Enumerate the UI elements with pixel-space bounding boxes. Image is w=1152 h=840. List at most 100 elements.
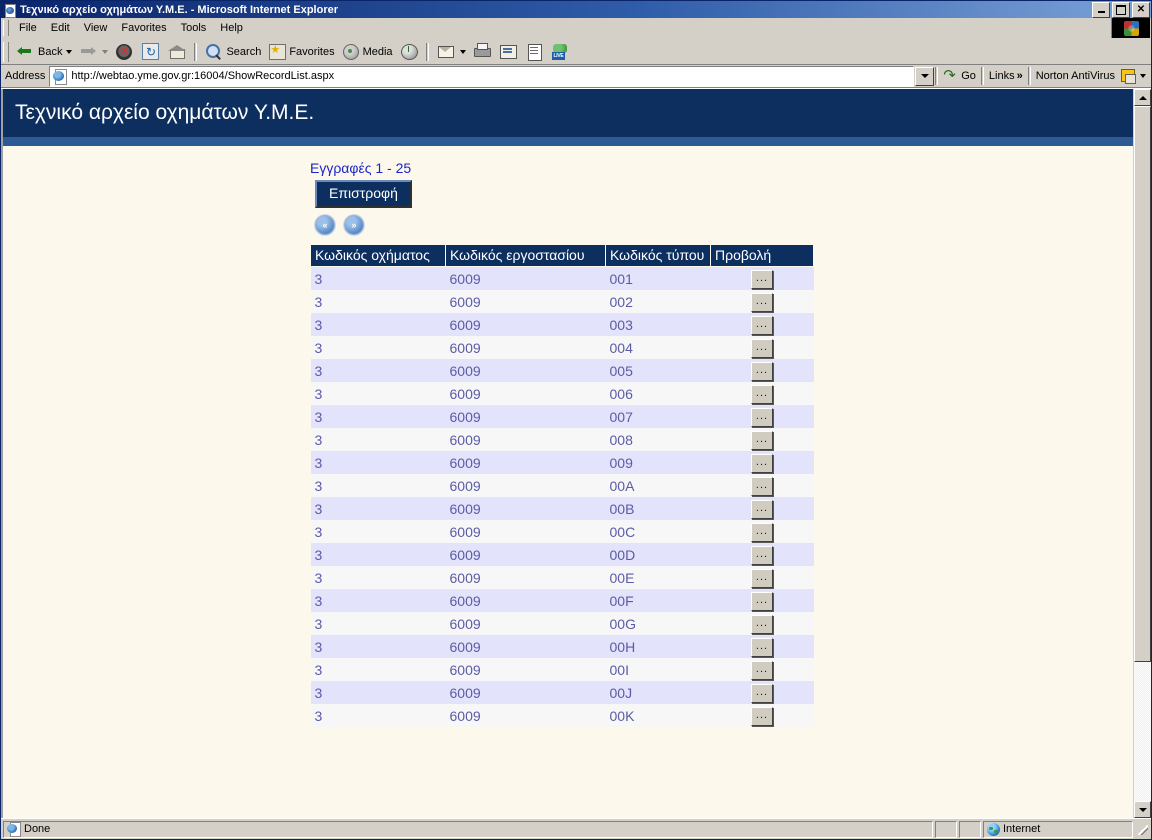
cell-type-code: 002	[605, 290, 711, 313]
view-record-button[interactable]: ...	[751, 385, 773, 404]
cell-type-code: 00H	[605, 635, 711, 658]
back-dropdown-icon[interactable]	[66, 49, 73, 54]
cell-factory-code: 6009	[445, 589, 606, 612]
go-button[interactable]: Go	[938, 66, 981, 86]
messenger-button[interactable]	[547, 41, 573, 62]
view-record-button[interactable]: ...	[751, 638, 773, 657]
view-record-button[interactable]: ...	[751, 339, 773, 358]
favorites-button[interactable]: Favorites	[264, 41, 337, 62]
view-record-button[interactable]: ...	[751, 523, 773, 542]
cell-factory-code: 6009	[445, 497, 606, 520]
view-record-button[interactable]: ...	[751, 684, 773, 703]
cell-vehicle-code: 3	[310, 290, 446, 313]
table-row: 3 6009 005...	[310, 359, 814, 382]
messenger-icon	[550, 42, 570, 61]
restore-button[interactable]	[1112, 1, 1130, 18]
view-record-button[interactable]: ...	[751, 592, 773, 611]
pager-first-button[interactable]: «	[315, 215, 335, 235]
scroll-down-button[interactable]	[1134, 801, 1151, 818]
norton-dropdown-icon[interactable]	[1140, 74, 1146, 78]
forward-arrow-icon	[78, 42, 98, 61]
minimize-button[interactable]	[1092, 1, 1110, 18]
cell-vehicle-code: 3	[310, 635, 446, 658]
menu-tools[interactable]: Tools	[174, 20, 214, 36]
table-row: 3 6009 001...	[310, 266, 814, 290]
search-button[interactable]: Search	[201, 41, 264, 62]
cell-view: ...	[710, 382, 814, 405]
view-record-button[interactable]: ...	[751, 569, 773, 588]
edit-button[interactable]	[495, 41, 521, 62]
menu-file[interactable]: File	[12, 20, 44, 36]
forward-button[interactable]	[75, 41, 111, 62]
mail-dropdown-icon[interactable]	[459, 49, 466, 54]
view-record-button[interactable]: ...	[751, 316, 773, 335]
view-record-button[interactable]: ...	[751, 477, 773, 496]
norton-icon	[1120, 69, 1136, 84]
cell-factory-code: 6009	[445, 313, 606, 336]
print-button[interactable]	[469, 41, 495, 62]
toolbar-grip[interactable]	[3, 41, 9, 62]
mail-button[interactable]	[433, 41, 469, 62]
view-record-button[interactable]: ...	[751, 615, 773, 634]
view-record-button[interactable]: ...	[751, 270, 773, 289]
view-record-button[interactable]: ...	[751, 454, 773, 473]
page-icon	[52, 68, 68, 85]
home-icon	[167, 42, 187, 61]
windows-flag-icon	[1123, 20, 1139, 36]
table-row: 3 6009 002...	[310, 290, 814, 313]
vertical-scrollbar[interactable]	[1133, 89, 1151, 818]
scroll-up-button[interactable]	[1134, 89, 1151, 106]
table-row: 3 6009 009...	[310, 451, 814, 474]
cell-vehicle-code: 3	[310, 336, 446, 359]
cell-factory-code: 6009	[445, 612, 606, 635]
back-button[interactable]: Back	[13, 41, 75, 62]
history-button[interactable]	[396, 41, 422, 62]
links-label: Links	[988, 70, 1015, 82]
view-record-button[interactable]: ...	[751, 362, 773, 381]
pager-next-button[interactable]: »	[344, 215, 364, 235]
view-record-button[interactable]: ...	[751, 431, 773, 450]
return-button[interactable]: Επιστροφή	[315, 180, 412, 208]
menu-view[interactable]: View	[77, 20, 115, 36]
view-record-button[interactable]: ...	[751, 293, 773, 312]
address-label: Address	[5, 70, 46, 82]
close-button[interactable]: ✕	[1132, 1, 1150, 18]
cell-view: ...	[710, 474, 814, 497]
view-record-button[interactable]: ...	[751, 500, 773, 519]
forward-dropdown-icon[interactable]	[102, 49, 109, 54]
view-record-button[interactable]: ...	[751, 408, 773, 427]
refresh-button[interactable]	[137, 41, 164, 62]
cell-view: ...	[710, 543, 814, 566]
menu-grip[interactable]	[3, 20, 9, 36]
table-row: 3 6009 00A...	[310, 474, 814, 497]
home-button[interactable]	[164, 41, 190, 62]
cell-type-code: 00K	[605, 704, 711, 727]
table-header-row: Κωδικός οχήματος Κωδικός εργοστασίου Κωδ…	[310, 244, 814, 267]
cell-view: ...	[710, 405, 814, 428]
stop-button[interactable]	[111, 41, 137, 62]
address-input[interactable]: http://webtao.yme.gov.gr:16004/ShowRecor…	[49, 65, 915, 87]
menu-favorites[interactable]: Favorites	[114, 20, 173, 36]
cell-vehicle-code: 3	[310, 428, 446, 451]
toolbar-separator	[194, 42, 198, 61]
cell-type-code: 00F	[605, 589, 711, 612]
table-row: 3 6009 00K...	[310, 704, 814, 727]
menu-help[interactable]: Help	[213, 20, 250, 36]
cell-view: ...	[710, 612, 814, 635]
address-dropdown-button[interactable]	[915, 66, 935, 86]
links-chevron-icon: »	[1016, 70, 1023, 82]
links-button[interactable]: Links »	[984, 66, 1028, 86]
discuss-button[interactable]	[521, 41, 547, 62]
back-label: Back	[38, 45, 63, 58]
menu-edit[interactable]: Edit	[44, 20, 77, 36]
norton-antivirus-button[interactable]: Norton AntiVirus	[1031, 66, 1151, 86]
view-record-button[interactable]: ...	[751, 707, 773, 726]
scrollbar-track[interactable]	[1134, 106, 1151, 801]
media-button[interactable]: Media	[338, 41, 396, 62]
view-record-button[interactable]: ...	[751, 546, 773, 565]
scrollbar-thumb[interactable]	[1134, 106, 1151, 662]
cell-factory-code: 6009	[445, 428, 606, 451]
resize-grip[interactable]	[1135, 822, 1149, 836]
cell-factory-code: 6009	[445, 266, 606, 290]
view-record-button[interactable]: ...	[751, 661, 773, 680]
